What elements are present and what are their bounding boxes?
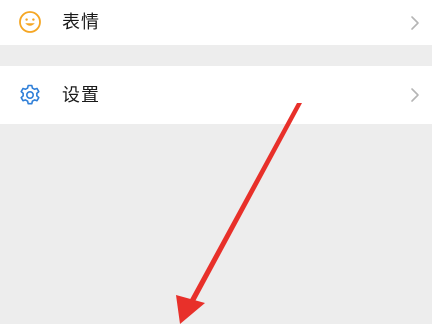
gear-icon bbox=[20, 84, 40, 105]
menu-item-emoji[interactable]: 表情 bbox=[0, 0, 432, 45]
smiley-icon bbox=[19, 11, 41, 33]
chevron-right-icon bbox=[411, 16, 419, 30]
chevron-right-icon bbox=[411, 88, 419, 102]
menu-item-label: 表情 bbox=[62, 12, 100, 33]
menu-item-settings[interactable]: 设置 bbox=[0, 66, 432, 124]
menu-item-label: 设置 bbox=[62, 85, 100, 106]
annotation-arrow bbox=[176, 103, 302, 324]
